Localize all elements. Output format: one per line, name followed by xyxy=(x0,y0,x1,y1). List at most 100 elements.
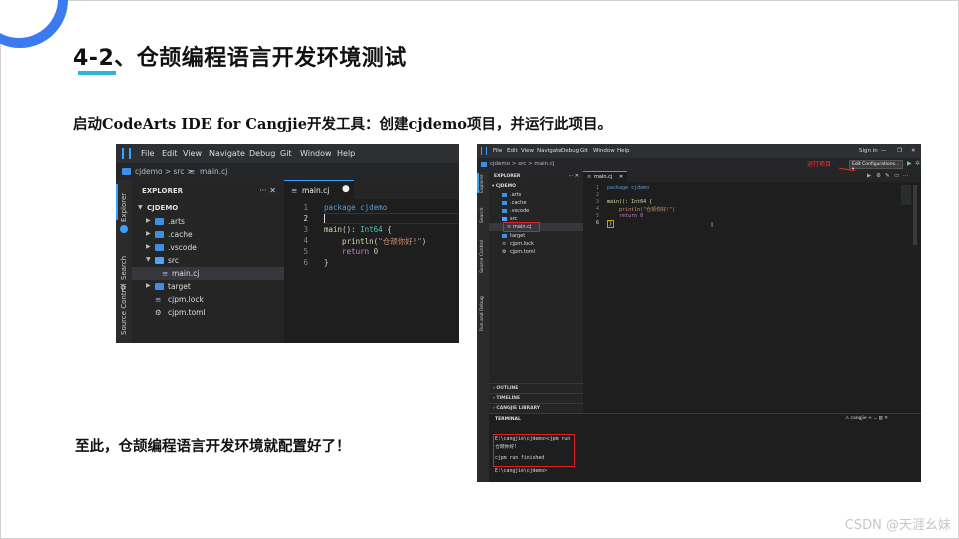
tree-item-cache[interactable]: ▶ .cache xyxy=(132,228,284,241)
tree-root[interactable]: ▾ CJDEMO xyxy=(489,183,583,191)
folder-icon xyxy=(502,234,507,238)
editor-scrollbar[interactable] xyxy=(913,185,917,245)
gear-icon: ⚙ xyxy=(155,308,162,317)
code-editor[interactable]: ≡ main.cj ✕ ▶ ⚙ ✎ ▭ ⋯ 1 2 3 4 5 6 packag… xyxy=(583,171,921,413)
menu-window[interactable]: Window xyxy=(593,148,615,154)
tree-item-cjpm-toml[interactable]: ⚙ cjpm.toml xyxy=(132,306,284,319)
menu-edit[interactable]: Edit xyxy=(162,149,178,158)
folder-icon xyxy=(481,162,487,167)
menu-view[interactable]: View xyxy=(521,148,534,154)
minimap[interactable] xyxy=(901,185,911,205)
menu-edit[interactable]: Edit xyxy=(507,148,518,154)
tree-label: CJDEMO xyxy=(495,184,516,189)
activity-search[interactable]: Search xyxy=(120,256,128,280)
tree-item-cjpm-lock[interactable]: ≡ cjpm.lock xyxy=(489,240,583,248)
menu-navigate[interactable]: Navigate xyxy=(209,149,245,158)
code-editor[interactable]: ≡ main.cj ● 1 2 3 4 5 6 package cjdemo m… xyxy=(284,180,459,343)
activity-run-debug[interactable]: Run and Debug xyxy=(480,296,485,331)
tree-label: CJDEMO xyxy=(147,204,179,212)
tree-label: .cache xyxy=(510,200,527,206)
more-icon[interactable]: ⋯ xyxy=(903,173,909,179)
tree-item-vscode[interactable]: ▶ .vscode xyxy=(132,241,284,254)
tree-item-cjpm-lock[interactable]: ≡ cjpm.lock xyxy=(132,293,284,306)
explorer-title: EXPLORER xyxy=(142,187,184,195)
tab-main-cj[interactable]: ≡ main.cj ✕ xyxy=(583,171,627,182)
activity-bar: Explorer Search Source Control Run and D… xyxy=(477,171,489,482)
terminal-panel[interactable]: TERMINAL ⚠ cangjie + ⌄ ▥ ✕ E:\cangjie\cj… xyxy=(489,413,921,482)
menu-help[interactable]: Help xyxy=(617,148,630,154)
code-line: main(): Int64 { xyxy=(324,225,392,234)
tree-item-target[interactable]: ▶ target xyxy=(132,280,284,293)
explorer-more-icon[interactable]: ··· ✕ xyxy=(568,173,579,179)
menu-debug[interactable]: Debug xyxy=(561,148,579,154)
folder-icon xyxy=(502,193,507,197)
menu-file[interactable]: File xyxy=(141,149,154,158)
line-number: 6 xyxy=(303,258,308,267)
menu-navigate[interactable]: Navigate xyxy=(537,148,562,154)
debug-icon[interactable]: ✲ xyxy=(915,160,920,167)
breadcrumb-path[interactable]: cjdemo > src > main.cj xyxy=(490,161,554,167)
code-line: main(): Int64 { xyxy=(607,199,653,205)
tree-label: target xyxy=(168,282,191,291)
menu-view[interactable]: View xyxy=(183,149,202,158)
tree-root[interactable]: ▼ CJDEMO xyxy=(132,202,284,215)
tree-item-arts[interactable]: .arts xyxy=(489,191,583,199)
activity-source-control[interactable]: Source Control xyxy=(480,240,485,273)
activity-source-control[interactable]: Source Control xyxy=(120,283,128,335)
run-icon[interactable]: ▶ xyxy=(867,173,871,179)
sign-in-link[interactable]: Sign in xyxy=(859,148,878,154)
tree-label: cjpm.toml xyxy=(168,308,206,317)
active-indicator xyxy=(477,173,479,193)
close-tab-icon[interactable]: ✕ xyxy=(619,174,623,180)
folder-icon xyxy=(155,244,164,251)
terminal-tab[interactable]: ⚠ cangjie + ⌄ ▥ ✕ xyxy=(845,416,888,421)
activity-explorer[interactable]: Explorer xyxy=(120,193,128,222)
terminal-line: E:\cangjie\cjdemo> xyxy=(495,469,547,474)
line-number: 5 xyxy=(303,247,308,256)
folder-icon xyxy=(155,218,164,225)
tree-label: main.cj xyxy=(172,269,200,278)
split-icon[interactable]: ▭ xyxy=(894,173,899,179)
maximize-icon[interactable]: ❐ xyxy=(897,148,902,154)
terminal-line: cjpm run finished xyxy=(495,456,545,461)
menu-debug[interactable]: Debug xyxy=(249,149,275,158)
tab-main-cj[interactable]: ≡ main.cj ● xyxy=(284,180,354,199)
panel-cangjie-library[interactable]: › CANGJIE LIBRARY xyxy=(489,403,583,413)
edit-icon[interactable]: ✎ xyxy=(885,173,890,179)
activity-explorer[interactable]: Explorer xyxy=(480,174,485,193)
terminal-line: 仓颉你好! xyxy=(495,445,518,450)
play-icon[interactable]: ▶ xyxy=(907,160,912,167)
panel-timeline[interactable]: › TIMELINE xyxy=(489,393,583,403)
tree-label: cjpm.toml xyxy=(510,249,536,255)
menu-git[interactable]: Git xyxy=(580,148,588,154)
panel-outline[interactable]: › OUTLINE xyxy=(489,383,583,393)
folder-icon xyxy=(155,231,164,238)
code-token: (): xyxy=(342,225,361,234)
menu-window[interactable]: Window xyxy=(300,149,332,158)
chevron-right-icon: ▶ xyxy=(146,230,151,237)
tree-item-cjpm-toml[interactable]: ⚙ cjpm.toml xyxy=(489,248,583,256)
menu-file[interactable]: File xyxy=(493,148,502,154)
unsaved-dot-icon[interactable]: ● xyxy=(342,184,350,194)
breadcrumb-file[interactable]: main.cj xyxy=(200,167,227,176)
tree-item-vscode[interactable]: .vscode xyxy=(489,207,583,215)
breadcrumb-path[interactable]: cjdemo > src > xyxy=(135,167,193,176)
tree-item-target[interactable]: target xyxy=(489,232,583,240)
minimize-icon[interactable]: — xyxy=(881,148,887,154)
breadcrumb: cjdemo > src > ≡ main.cj xyxy=(116,163,459,180)
tree-item-main-cj[interactable]: ≡ main.cj xyxy=(132,267,284,280)
tree-item-arts[interactable]: ▶ .arts xyxy=(132,215,284,228)
close-icon[interactable]: ✕ xyxy=(911,148,916,154)
code-line: package cjdemo xyxy=(324,203,387,212)
tree-item-src[interactable]: ▼ src xyxy=(132,254,284,267)
debug-run-icon[interactable]: ⚙ xyxy=(876,173,881,179)
folder-icon xyxy=(155,283,164,290)
panel-label: CANGJIE LIBRARY xyxy=(496,406,541,411)
menu-git[interactable]: Git xyxy=(280,149,292,158)
ide-screenshot-editor: File Edit View Navigate Debug Git Window… xyxy=(116,144,459,343)
activity-search[interactable]: Search xyxy=(480,208,485,223)
tree-item-cache[interactable]: .cache xyxy=(489,199,583,207)
menu-help[interactable]: Help xyxy=(337,149,355,158)
explorer-actions[interactable]: ··· ✕ xyxy=(259,186,276,195)
panel-label: TIMELINE xyxy=(496,396,521,401)
